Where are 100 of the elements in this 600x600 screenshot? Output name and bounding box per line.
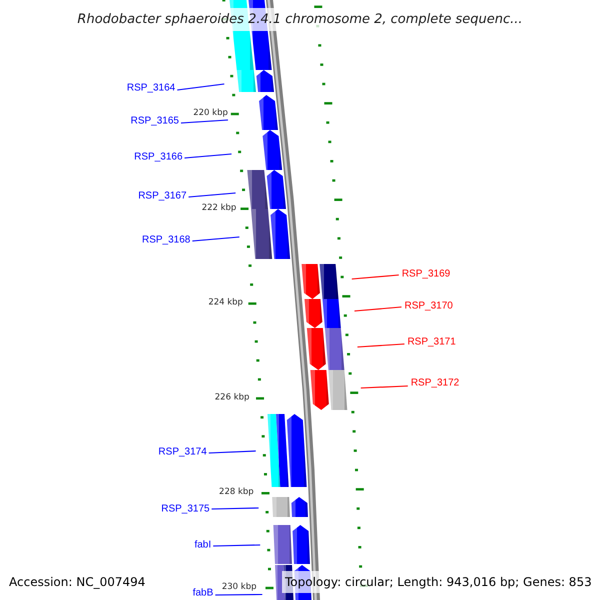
gene-arrow bbox=[302, 264, 320, 299]
minor-tick bbox=[318, 44, 322, 47]
minor-tick bbox=[336, 218, 339, 220]
gene-label: RSP_3167 bbox=[138, 190, 187, 202]
minor-tick bbox=[264, 473, 267, 476]
gene-arrow bbox=[259, 95, 278, 130]
leader-line bbox=[188, 192, 236, 198]
minor-tick bbox=[228, 56, 232, 58]
minor-tick bbox=[226, 36, 230, 40]
minor-tick bbox=[345, 334, 348, 336]
gene-arrow bbox=[270, 209, 290, 259]
minor-tick bbox=[266, 530, 270, 532]
leader-line bbox=[212, 507, 259, 510]
minor-tick bbox=[236, 132, 240, 134]
minor-tick bbox=[268, 568, 271, 570]
leader-line bbox=[357, 343, 404, 348]
minor-tick bbox=[245, 226, 248, 229]
minor-tick bbox=[322, 82, 326, 86]
major-tick bbox=[261, 492, 270, 494]
minor-tick bbox=[240, 170, 244, 172]
minor-tick bbox=[262, 435, 265, 438]
tick-label: 226 kbp bbox=[214, 392, 250, 402]
minor-tick bbox=[258, 378, 261, 381]
minor-tick bbox=[348, 372, 352, 375]
tick-label: 224 kbp bbox=[208, 298, 243, 308]
minor-tick bbox=[359, 565, 362, 568]
major-tick bbox=[342, 295, 350, 298]
gene-label: RSP_3168 bbox=[142, 234, 190, 246]
leader-line bbox=[177, 83, 224, 91]
minor-tick bbox=[354, 450, 357, 452]
minor-tick bbox=[260, 416, 264, 419]
major-tick bbox=[334, 198, 342, 201]
major-tick bbox=[240, 208, 249, 210]
minor-tick bbox=[339, 256, 342, 259]
minor-tick bbox=[351, 410, 354, 414]
minor-tick bbox=[246, 246, 250, 248]
tick-label: 222 kbp bbox=[202, 202, 236, 213]
gene-arrow bbox=[291, 497, 308, 517]
gene-arrow bbox=[292, 525, 310, 564]
gene-arrow bbox=[266, 170, 286, 209]
minor-tick bbox=[356, 507, 360, 510]
major-tick bbox=[356, 488, 364, 490]
leader-line bbox=[360, 385, 408, 389]
minor-tick bbox=[358, 546, 362, 548]
minor-tick bbox=[266, 510, 269, 514]
minor-tick bbox=[256, 359, 260, 362]
minor-tick bbox=[230, 74, 234, 78]
minor-tick bbox=[238, 150, 242, 154]
major-tick bbox=[248, 302, 256, 305]
minor-tick bbox=[326, 121, 330, 124]
minor-tick bbox=[347, 353, 350, 356]
gene-label: RSP_3165 bbox=[130, 116, 179, 126]
minor-tick bbox=[262, 454, 266, 456]
minor-tick bbox=[337, 237, 340, 240]
tick-label: 228 kbp bbox=[219, 487, 254, 498]
leader-line bbox=[184, 153, 232, 159]
major-tick bbox=[230, 112, 239, 116]
minor-tick bbox=[357, 526, 360, 530]
gene-label: RSP_3172 bbox=[410, 378, 460, 388]
minor-tick bbox=[355, 468, 358, 472]
major-tick bbox=[266, 586, 274, 590]
leader-line bbox=[180, 119, 228, 124]
minor-tick bbox=[344, 314, 347, 317]
gene-label: fabI bbox=[194, 540, 212, 550]
minor-tick bbox=[267, 548, 270, 552]
minor-tick bbox=[332, 179, 336, 182]
minor-tick bbox=[254, 340, 258, 343]
leader-line bbox=[208, 450, 256, 454]
tick-label: 220 kbp bbox=[193, 108, 228, 118]
minor-tick bbox=[253, 321, 256, 324]
minor-tick bbox=[250, 283, 254, 286]
gene-label: RSP_3164 bbox=[126, 82, 176, 94]
gene-arrow bbox=[262, 130, 282, 170]
leader-line bbox=[213, 544, 260, 547]
gene-label: RSP_3166 bbox=[134, 152, 183, 162]
major-tick bbox=[256, 397, 264, 400]
major-tick bbox=[324, 102, 332, 104]
gene-label: fabB bbox=[192, 588, 214, 598]
major-tick bbox=[350, 392, 358, 394]
tick-label: 230 kbp bbox=[222, 582, 256, 592]
accession-text: Accession: NC_007494 bbox=[9, 574, 146, 591]
minor-tick bbox=[352, 430, 356, 433]
leader-line bbox=[352, 274, 399, 280]
major-tick bbox=[314, 6, 322, 8]
leader-line bbox=[215, 594, 262, 596]
gene-label: RSP_3174 bbox=[158, 446, 207, 458]
minor-tick bbox=[330, 160, 334, 162]
gene-label: RSP_3171 bbox=[407, 336, 456, 348]
gene-label: RSP_3170 bbox=[404, 300, 453, 312]
gene-arrow bbox=[310, 370, 329, 410]
minor-tick bbox=[248, 264, 252, 267]
minor-tick bbox=[340, 276, 344, 278]
gene-label: RSP_3169 bbox=[402, 268, 450, 280]
leader-line bbox=[192, 236, 240, 242]
minor-tick bbox=[232, 94, 236, 96]
minor-tick bbox=[242, 188, 246, 192]
minor-tick bbox=[320, 64, 324, 66]
minor-tick bbox=[328, 140, 332, 144]
leader-line bbox=[354, 306, 402, 312]
gene-label: RSP_3175 bbox=[161, 504, 210, 514]
